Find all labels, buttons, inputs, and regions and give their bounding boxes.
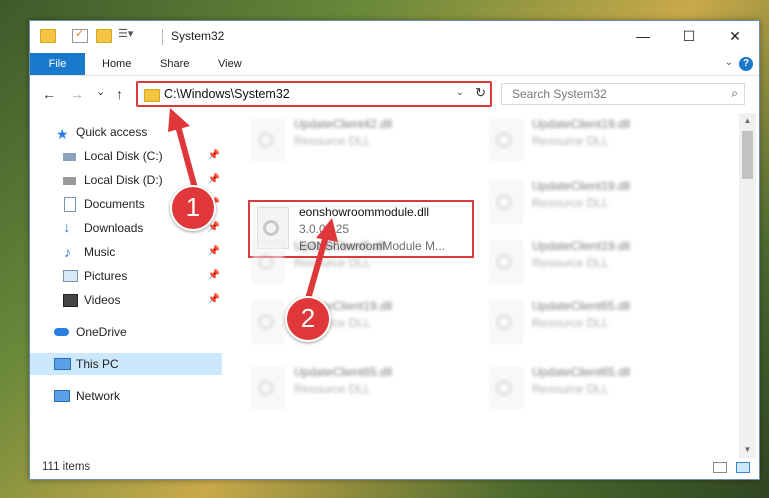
arrow-1-shaft xyxy=(175,125,199,193)
step-1-badge: 1 xyxy=(170,185,216,231)
arrow-2-head xyxy=(316,218,338,242)
step-2-badge: 2 xyxy=(285,296,331,342)
arrow-1-head xyxy=(168,108,190,132)
callout-arrows xyxy=(168,108,338,307)
